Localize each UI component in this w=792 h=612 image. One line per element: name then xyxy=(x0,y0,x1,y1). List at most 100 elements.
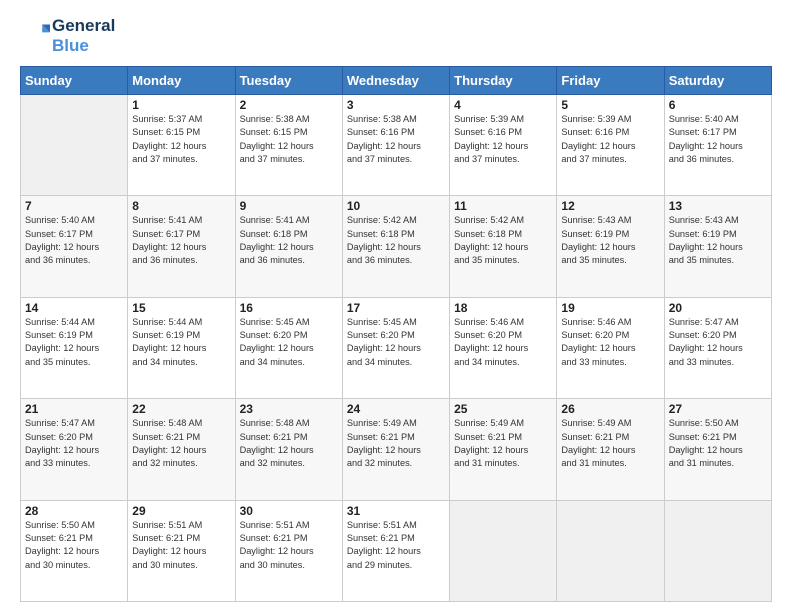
day-number: 16 xyxy=(240,301,338,315)
calendar-cell: 5Sunrise: 5:39 AMSunset: 6:16 PMDaylight… xyxy=(557,95,664,196)
cell-info: Sunrise: 5:42 AMSunset: 6:18 PMDaylight:… xyxy=(347,214,445,267)
day-number: 6 xyxy=(669,98,767,112)
day-number: 18 xyxy=(454,301,552,315)
calendar-week-4: 21Sunrise: 5:47 AMSunset: 6:20 PMDayligh… xyxy=(21,399,772,500)
day-number: 25 xyxy=(454,402,552,416)
cell-info: Sunrise: 5:41 AMSunset: 6:17 PMDaylight:… xyxy=(132,214,230,267)
calendar-cell: 15Sunrise: 5:44 AMSunset: 6:19 PMDayligh… xyxy=(128,297,235,398)
calendar-week-1: 1Sunrise: 5:37 AMSunset: 6:15 PMDaylight… xyxy=(21,95,772,196)
day-number: 8 xyxy=(132,199,230,213)
day-number: 30 xyxy=(240,504,338,518)
day-header-wednesday: Wednesday xyxy=(342,67,449,95)
calendar-body: 1Sunrise: 5:37 AMSunset: 6:15 PMDaylight… xyxy=(21,95,772,602)
calendar-cell: 8Sunrise: 5:41 AMSunset: 6:17 PMDaylight… xyxy=(128,196,235,297)
cell-info: Sunrise: 5:47 AMSunset: 6:20 PMDaylight:… xyxy=(25,417,123,470)
cell-info: Sunrise: 5:41 AMSunset: 6:18 PMDaylight:… xyxy=(240,214,338,267)
page: General Blue SundayMondayTuesdayWednesda… xyxy=(0,0,792,612)
calendar-cell: 30Sunrise: 5:51 AMSunset: 6:21 PMDayligh… xyxy=(235,500,342,601)
calendar-cell: 18Sunrise: 5:46 AMSunset: 6:20 PMDayligh… xyxy=(450,297,557,398)
cell-info: Sunrise: 5:37 AMSunset: 6:15 PMDaylight:… xyxy=(132,113,230,166)
calendar-cell: 31Sunrise: 5:51 AMSunset: 6:21 PMDayligh… xyxy=(342,500,449,601)
calendar-cell: 2Sunrise: 5:38 AMSunset: 6:15 PMDaylight… xyxy=(235,95,342,196)
calendar-cell: 1Sunrise: 5:37 AMSunset: 6:15 PMDaylight… xyxy=(128,95,235,196)
calendar-cell: 3Sunrise: 5:38 AMSunset: 6:16 PMDaylight… xyxy=(342,95,449,196)
calendar-cell: 6Sunrise: 5:40 AMSunset: 6:17 PMDaylight… xyxy=(664,95,771,196)
day-number: 2 xyxy=(240,98,338,112)
cell-info: Sunrise: 5:46 AMSunset: 6:20 PMDaylight:… xyxy=(561,316,659,369)
logo-line2: Blue xyxy=(52,36,115,56)
day-number: 20 xyxy=(669,301,767,315)
logo: General Blue xyxy=(20,16,115,56)
day-number: 14 xyxy=(25,301,123,315)
day-header-tuesday: Tuesday xyxy=(235,67,342,95)
cell-info: Sunrise: 5:38 AMSunset: 6:15 PMDaylight:… xyxy=(240,113,338,166)
calendar-cell: 29Sunrise: 5:51 AMSunset: 6:21 PMDayligh… xyxy=(128,500,235,601)
calendar-cell xyxy=(664,500,771,601)
cell-info: Sunrise: 5:40 AMSunset: 6:17 PMDaylight:… xyxy=(669,113,767,166)
day-number: 10 xyxy=(347,199,445,213)
cell-info: Sunrise: 5:40 AMSunset: 6:17 PMDaylight:… xyxy=(25,214,123,267)
cell-info: Sunrise: 5:39 AMSunset: 6:16 PMDaylight:… xyxy=(454,113,552,166)
calendar-cell: 28Sunrise: 5:50 AMSunset: 6:21 PMDayligh… xyxy=(21,500,128,601)
cell-info: Sunrise: 5:42 AMSunset: 6:18 PMDaylight:… xyxy=(454,214,552,267)
calendar-cell: 25Sunrise: 5:49 AMSunset: 6:21 PMDayligh… xyxy=(450,399,557,500)
calendar-header-row: SundayMondayTuesdayWednesdayThursdayFrid… xyxy=(21,67,772,95)
calendar-cell: 12Sunrise: 5:43 AMSunset: 6:19 PMDayligh… xyxy=(557,196,664,297)
calendar-cell: 24Sunrise: 5:49 AMSunset: 6:21 PMDayligh… xyxy=(342,399,449,500)
cell-info: Sunrise: 5:44 AMSunset: 6:19 PMDaylight:… xyxy=(132,316,230,369)
day-number: 19 xyxy=(561,301,659,315)
day-number: 4 xyxy=(454,98,552,112)
calendar-cell: 27Sunrise: 5:50 AMSunset: 6:21 PMDayligh… xyxy=(664,399,771,500)
header: General Blue xyxy=(20,16,772,56)
day-number: 22 xyxy=(132,402,230,416)
calendar-cell: 14Sunrise: 5:44 AMSunset: 6:19 PMDayligh… xyxy=(21,297,128,398)
cell-info: Sunrise: 5:50 AMSunset: 6:21 PMDaylight:… xyxy=(669,417,767,470)
calendar-cell: 19Sunrise: 5:46 AMSunset: 6:20 PMDayligh… xyxy=(557,297,664,398)
calendar-cell: 26Sunrise: 5:49 AMSunset: 6:21 PMDayligh… xyxy=(557,399,664,500)
day-header-monday: Monday xyxy=(128,67,235,95)
cell-info: Sunrise: 5:44 AMSunset: 6:19 PMDaylight:… xyxy=(25,316,123,369)
calendar-week-2: 7Sunrise: 5:40 AMSunset: 6:17 PMDaylight… xyxy=(21,196,772,297)
cell-info: Sunrise: 5:47 AMSunset: 6:20 PMDaylight:… xyxy=(669,316,767,369)
day-number: 3 xyxy=(347,98,445,112)
calendar-cell: 23Sunrise: 5:48 AMSunset: 6:21 PMDayligh… xyxy=(235,399,342,500)
day-number: 29 xyxy=(132,504,230,518)
calendar-cell xyxy=(450,500,557,601)
cell-info: Sunrise: 5:48 AMSunset: 6:21 PMDaylight:… xyxy=(240,417,338,470)
day-number: 1 xyxy=(132,98,230,112)
cell-info: Sunrise: 5:49 AMSunset: 6:21 PMDaylight:… xyxy=(347,417,445,470)
cell-info: Sunrise: 5:38 AMSunset: 6:16 PMDaylight:… xyxy=(347,113,445,166)
cell-info: Sunrise: 5:50 AMSunset: 6:21 PMDaylight:… xyxy=(25,519,123,572)
calendar-week-3: 14Sunrise: 5:44 AMSunset: 6:19 PMDayligh… xyxy=(21,297,772,398)
calendar-cell: 17Sunrise: 5:45 AMSunset: 6:20 PMDayligh… xyxy=(342,297,449,398)
day-header-thursday: Thursday xyxy=(450,67,557,95)
cell-info: Sunrise: 5:43 AMSunset: 6:19 PMDaylight:… xyxy=(669,214,767,267)
calendar-week-5: 28Sunrise: 5:50 AMSunset: 6:21 PMDayligh… xyxy=(21,500,772,601)
day-header-friday: Friday xyxy=(557,67,664,95)
calendar-table: SundayMondayTuesdayWednesdayThursdayFrid… xyxy=(20,66,772,602)
day-number: 27 xyxy=(669,402,767,416)
cell-info: Sunrise: 5:49 AMSunset: 6:21 PMDaylight:… xyxy=(561,417,659,470)
logo-line1: General xyxy=(52,16,115,36)
calendar-cell: 4Sunrise: 5:39 AMSunset: 6:16 PMDaylight… xyxy=(450,95,557,196)
calendar-cell: 21Sunrise: 5:47 AMSunset: 6:20 PMDayligh… xyxy=(21,399,128,500)
calendar-cell: 7Sunrise: 5:40 AMSunset: 6:17 PMDaylight… xyxy=(21,196,128,297)
day-number: 13 xyxy=(669,199,767,213)
day-number: 24 xyxy=(347,402,445,416)
day-header-saturday: Saturday xyxy=(664,67,771,95)
day-number: 12 xyxy=(561,199,659,213)
day-number: 17 xyxy=(347,301,445,315)
logo-icon xyxy=(22,20,50,48)
day-number: 7 xyxy=(25,199,123,213)
day-number: 11 xyxy=(454,199,552,213)
cell-info: Sunrise: 5:51 AMSunset: 6:21 PMDaylight:… xyxy=(240,519,338,572)
calendar-cell: 9Sunrise: 5:41 AMSunset: 6:18 PMDaylight… xyxy=(235,196,342,297)
cell-info: Sunrise: 5:45 AMSunset: 6:20 PMDaylight:… xyxy=(240,316,338,369)
calendar-cell: 16Sunrise: 5:45 AMSunset: 6:20 PMDayligh… xyxy=(235,297,342,398)
day-number: 15 xyxy=(132,301,230,315)
calendar-cell: 10Sunrise: 5:42 AMSunset: 6:18 PMDayligh… xyxy=(342,196,449,297)
cell-info: Sunrise: 5:51 AMSunset: 6:21 PMDaylight:… xyxy=(347,519,445,572)
day-number: 5 xyxy=(561,98,659,112)
calendar-cell xyxy=(21,95,128,196)
day-number: 21 xyxy=(25,402,123,416)
